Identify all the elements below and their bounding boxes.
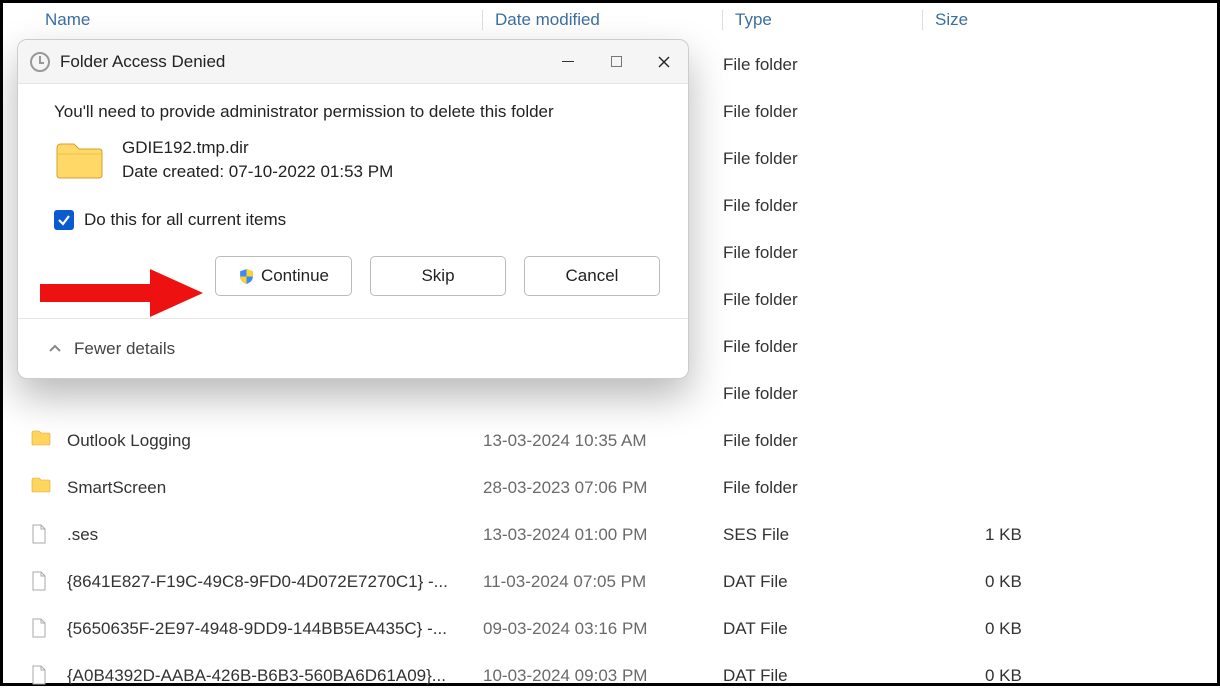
- dialog-titlebar[interactable]: Folder Access Denied: [18, 40, 688, 84]
- column-header-row: Name Date modified Type Size: [3, 3, 1217, 37]
- file-size: 1 KB: [985, 525, 1209, 545]
- dialog-item-info: GDIE192.tmp.dir Date created: 07-10-2022…: [54, 138, 660, 182]
- dialog-item-name: GDIE192.tmp.dir: [122, 138, 393, 158]
- dialog-message: You'll need to provide administrator per…: [54, 102, 660, 122]
- file-icon: [31, 571, 53, 593]
- file-date: 10-03-2024 09:03 PM: [483, 666, 723, 686]
- file-name: SmartScreen: [67, 478, 483, 498]
- folder-icon: [54, 140, 104, 180]
- list-item[interactable]: .ses 13-03-2024 01:00 PM SES File 1 KB: [31, 511, 1209, 558]
- list-item[interactable]: {8641E827-F19C-49C8-9FD0-4D072E7270C1} -…: [31, 558, 1209, 605]
- file-type: File folder: [723, 478, 985, 498]
- skip-button[interactable]: Skip: [370, 256, 506, 296]
- column-type[interactable]: Type: [722, 10, 922, 30]
- folder-access-denied-dialog: Folder Access Denied You'll need to prov…: [17, 39, 689, 379]
- file-icon: [31, 524, 53, 546]
- column-name[interactable]: Name: [37, 10, 482, 30]
- file-type: DAT File: [723, 666, 985, 686]
- file-type: File folder: [723, 431, 985, 451]
- continue-button[interactable]: Continue: [215, 256, 352, 296]
- file-name: {8641E827-F19C-49C8-9FD0-4D072E7270C1} -…: [67, 572, 483, 592]
- file-name: Outlook Logging: [67, 431, 483, 451]
- file-date: 09-03-2024 03:16 PM: [483, 619, 723, 639]
- clock-icon: [30, 52, 50, 72]
- file-name: {5650635F-2E97-4948-9DD9-144BB5EA435C} -…: [67, 619, 483, 639]
- file-type: DAT File: [723, 572, 985, 592]
- file-date: 13-03-2024 10:35 AM: [483, 431, 723, 451]
- dialog-title: Folder Access Denied: [60, 52, 544, 72]
- do-for-all-label: Do this for all current items: [84, 210, 286, 230]
- close-button[interactable]: [640, 40, 688, 84]
- list-item[interactable]: {5650635F-2E97-4948-9DD9-144BB5EA435C} -…: [31, 605, 1209, 652]
- file-icon: [31, 618, 53, 640]
- column-date-modified[interactable]: Date modified: [482, 10, 722, 30]
- cancel-button[interactable]: Cancel: [524, 256, 660, 296]
- folder-icon: [31, 477, 53, 499]
- list-item[interactable]: SmartScreen 28-03-2023 07:06 PM File fol…: [31, 464, 1209, 511]
- list-item[interactable]: Outlook Logging 13-03-2024 10:35 AM File…: [31, 417, 1209, 464]
- file-size: 0 KB: [985, 666, 1209, 686]
- file-size: 0 KB: [985, 572, 1209, 592]
- file-type: SES File: [723, 525, 985, 545]
- fewer-details-toggle[interactable]: Fewer details: [18, 318, 688, 378]
- file-date: 13-03-2024 01:00 PM: [483, 525, 723, 545]
- chevron-up-icon: [48, 342, 62, 356]
- list-item[interactable]: {A0B4392D-AABA-426B-B6B3-560BA6D61A09}..…: [31, 652, 1209, 699]
- file-icon: [31, 665, 53, 687]
- file-size: 0 KB: [985, 619, 1209, 639]
- uac-shield-icon: [238, 268, 255, 285]
- column-size[interactable]: Size: [922, 10, 1207, 30]
- folder-icon: [31, 430, 53, 452]
- do-for-all-checkbox[interactable]: [54, 210, 74, 230]
- file-date: 11-03-2024 07:05 PM: [483, 572, 723, 592]
- dialog-item-date: Date created: 07-10-2022 01:53 PM: [122, 162, 393, 182]
- minimize-button[interactable]: [544, 40, 592, 84]
- maximize-button[interactable]: [592, 40, 640, 84]
- file-name: .ses: [67, 525, 483, 545]
- file-date: 28-03-2023 07:06 PM: [483, 478, 723, 498]
- file-name: {A0B4392D-AABA-426B-B6B3-560BA6D61A09}..…: [67, 666, 483, 686]
- file-type: DAT File: [723, 619, 985, 639]
